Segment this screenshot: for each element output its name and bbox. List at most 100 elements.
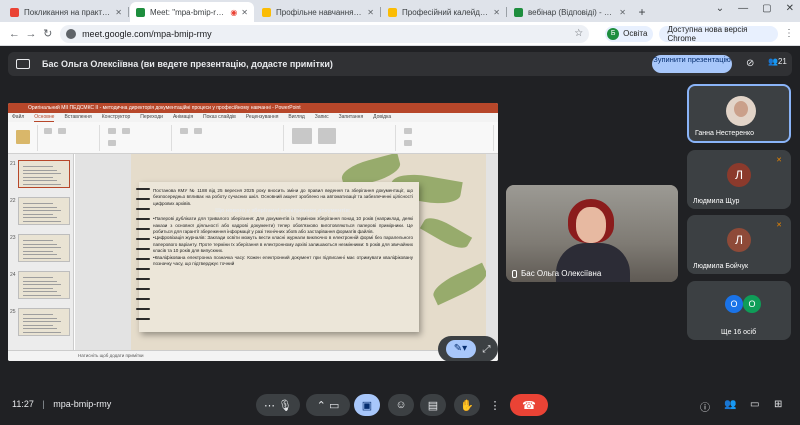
tab-search-icon[interactable]: ⌄ (716, 3, 724, 14)
slide-bullet-2: •Цифровізація журналів: Заклади освіти м… (153, 235, 413, 254)
site-info-icon[interactable] (66, 28, 77, 39)
new-tab-icon[interactable]: + (634, 2, 650, 22)
ribbon-tab[interactable]: Запис (315, 113, 329, 122)
thumb-text-line (23, 217, 57, 218)
maximize-icon[interactable]: ▢ (762, 3, 771, 14)
ribbon-tab[interactable]: Вигляд (288, 113, 304, 122)
close-tab-icon[interactable]: ✕ (493, 8, 500, 17)
reload-icon[interactable]: ↻ (39, 27, 56, 40)
layout-icon[interactable] (58, 128, 66, 134)
slide-thumbnail[interactable]: 24 (10, 271, 70, 299)
ribbon-tab[interactable]: Конструктор (102, 113, 131, 122)
browser-tab[interactable]: Профільне навчання - lino ✕ (256, 2, 381, 22)
slide-thumbnail[interactable]: 25 (10, 308, 70, 336)
annotate-pen-icon[interactable]: ✎▾ (445, 340, 476, 358)
ribbon-tab[interactable]: Файл (12, 113, 24, 122)
raise-hand-button[interactable]: ✋ (454, 394, 480, 416)
bookmark-star-icon[interactable]: ☆ (574, 28, 583, 39)
camera-off-icon[interactable]: ⊘ (746, 58, 754, 69)
participant-avatar: Л (727, 228, 751, 252)
participants-count[interactable]: 👥21 (768, 57, 787, 66)
forward-icon[interactable]: → (23, 28, 40, 40)
ribbon-tab[interactable]: Основне (34, 113, 55, 122)
microphone-button[interactable]: ⋯ 🎙 (256, 394, 300, 416)
microphone-icon: 🎙 (278, 399, 293, 412)
present-now-button[interactable]: ▣ (354, 394, 380, 416)
find-icon[interactable] (404, 128, 412, 134)
bullets-icon[interactable] (180, 128, 188, 134)
participant-name: Ганна Нестеренко (695, 130, 755, 137)
shared-screen-controls: ✎▾ ⤢ (438, 336, 498, 361)
close-tab-icon[interactable]: ✕ (619, 8, 626, 17)
thumb-text-line (23, 180, 57, 181)
camera-button[interactable]: ⌃ ▭ (306, 394, 350, 416)
ribbon-tab[interactable]: Переходи (140, 113, 163, 122)
ribbon-tab[interactable]: Запитання (339, 113, 364, 122)
close-window-icon[interactable]: ✕ (786, 3, 794, 14)
emoji-reactions-button[interactable]: ☺ (388, 394, 414, 416)
pin-icon[interactable] (512, 269, 517, 278)
participants-count-number: 21 (777, 57, 787, 66)
spiral-binding (136, 268, 150, 270)
more-avatars: О О (725, 295, 761, 313)
thumb-text-line (23, 257, 61, 259)
slide-note-card: Постанова КМУ № 1188 від 25 вересня 2025… (136, 182, 419, 332)
more-options-button[interactable]: ⋮ (486, 394, 504, 416)
participant-tile[interactable]: ✕ Л Людмила Щур (687, 150, 791, 209)
new-slide-icon[interactable] (44, 128, 52, 134)
profile-chip[interactable]: Б Освіта (605, 25, 654, 42)
presenter-video-tile[interactable]: Бас Ольга Олексіївна (506, 185, 678, 282)
slide-thumbnail[interactable]: 23 (10, 234, 70, 262)
captions-button[interactable]: ▤ (420, 394, 446, 416)
url-input[interactable]: meet.google.com/mpa-bmip-rmy ☆ (60, 24, 590, 43)
font-size-icon[interactable] (122, 128, 130, 134)
thumb-text-line (23, 213, 53, 215)
browser-tab-strip: Покликання на практикум - с ✕ Meet: "mpa… (0, 0, 800, 22)
tab-favicon-icon (388, 7, 397, 17)
browser-tab[interactable]: Професійний калейдоскоп - ✕ (382, 2, 507, 22)
shapes-icon[interactable] (292, 128, 312, 144)
ribbon-tab[interactable]: Довідка (373, 113, 391, 122)
slide-number: 22 (10, 198, 16, 204)
close-tab-icon[interactable]: ✕ (367, 8, 374, 17)
meeting-details-icon[interactable]: ⓘ (700, 399, 710, 414)
chrome-menu-icon[interactable]: ⋮ (784, 28, 794, 39)
leave-call-button[interactable]: ☎ (510, 394, 548, 416)
stop-presenting-button[interactable]: Зупинити презентацію (652, 55, 732, 73)
spiral-binding (136, 198, 150, 200)
more-audio-options-icon[interactable]: ⋯ (264, 399, 275, 412)
slide-thumbnail[interactable]: 22 (10, 197, 70, 225)
numbering-icon[interactable] (194, 128, 202, 134)
ribbon-tab[interactable]: Анімація (173, 113, 193, 122)
bold-icon[interactable] (108, 140, 116, 146)
back-icon[interactable]: ← (6, 28, 23, 40)
font-icon[interactable] (108, 128, 116, 134)
chrome-update-button[interactable]: Доступна нова версія Chrome (659, 25, 779, 43)
people-icon[interactable]: 👥 (724, 399, 736, 410)
arrange-icon[interactable] (318, 128, 336, 144)
ribbon-tab[interactable]: Вставлення (64, 113, 91, 122)
activities-icon[interactable]: ⊞ (774, 399, 782, 410)
slide-number: 21 (10, 161, 16, 167)
slide-thumbnail[interactable]: 21 (10, 160, 70, 188)
browser-tab[interactable]: вебінар (Відповіді) - Google Та ✕ (508, 2, 632, 22)
more-participants-tile[interactable]: О О Ще 16 осіб (687, 281, 791, 340)
ribbon-tab[interactable]: Показ слайдів (203, 113, 236, 122)
replace-icon[interactable] (404, 140, 412, 146)
chat-icon[interactable]: ▭ (750, 399, 759, 410)
minimize-icon[interactable]: — (738, 3, 748, 14)
current-slide[interactable]: Постанова КМУ № 1188 від 25 вересня 2025… (131, 154, 486, 350)
ribbon-tab[interactable]: Рецензування (246, 113, 279, 122)
browser-tab-active[interactable]: Meet: "mpa-bmip-rmy" ◉ ✕ (130, 2, 254, 22)
close-tab-icon[interactable]: ✕ (241, 8, 248, 17)
more-video-options-icon[interactable]: ⌃ (317, 399, 326, 412)
slide-number: 25 (10, 309, 16, 315)
paste-icon[interactable] (16, 130, 30, 144)
participant-tile[interactable]: ✕ Л Людмила Бойчук (687, 215, 791, 274)
thumb-text-line (23, 173, 61, 174)
close-tab-icon[interactable]: ✕ (115, 8, 122, 17)
participant-tile[interactable]: Ганна Нестеренко (687, 84, 791, 143)
browser-tab[interactable]: Покликання на практикум - с ✕ (4, 2, 129, 22)
thumb-text-line (23, 280, 57, 282)
fullscreen-icon[interactable]: ⤢ (483, 344, 491, 355)
